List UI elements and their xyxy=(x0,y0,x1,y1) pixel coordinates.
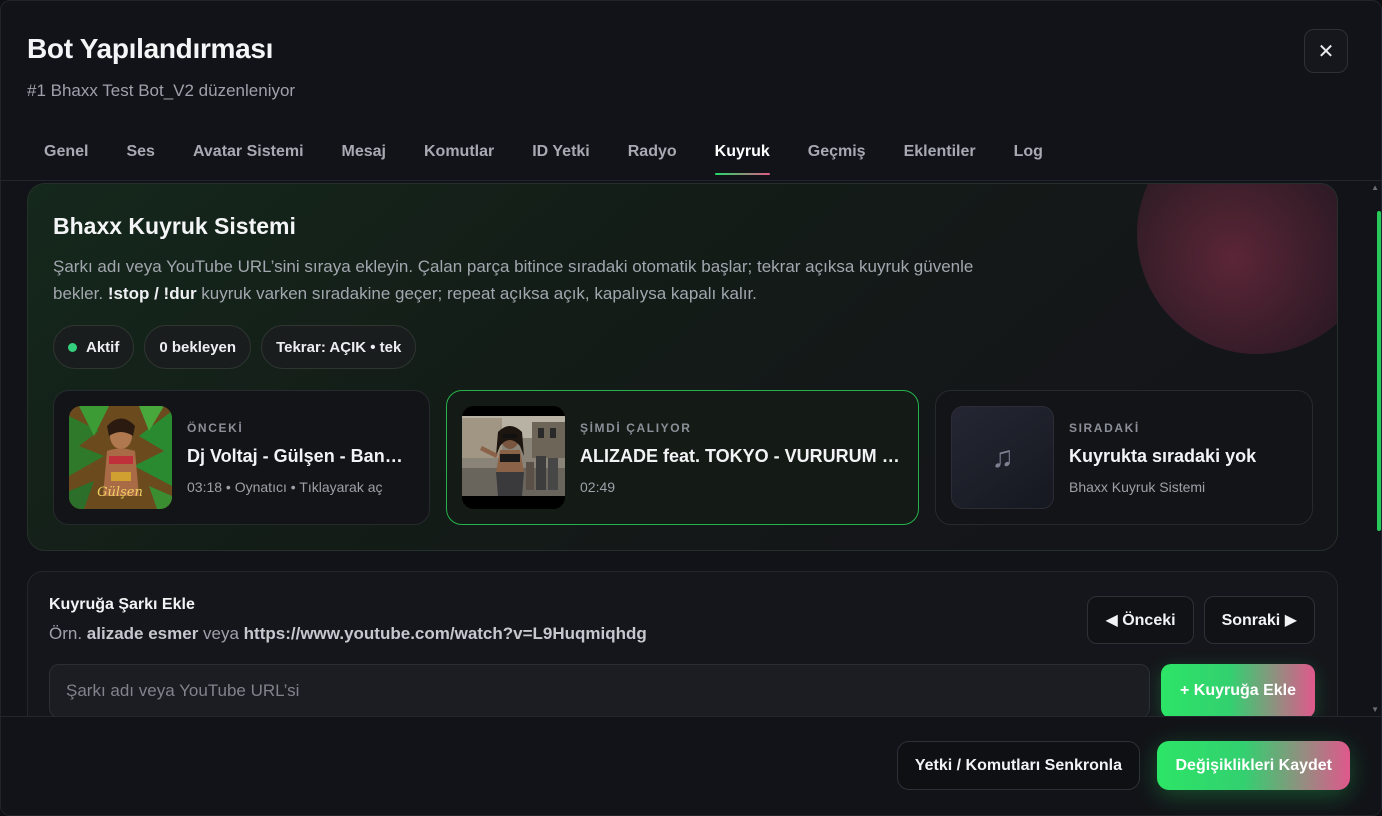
close-icon: ✕ xyxy=(1317,40,1335,63)
current-track-thumbnail xyxy=(462,406,565,509)
sync-permissions-button[interactable]: Yetki / Komutları Senkronla xyxy=(896,741,1140,790)
scrollbar[interactable]: ▲ ▼ xyxy=(1371,181,1381,716)
example-prefix: Örn. xyxy=(49,624,87,643)
current-track-duration: 02:49 xyxy=(580,479,616,495)
status-badge: Aktif xyxy=(53,325,135,369)
tab-content: Bhaxx Kuyruk Sistemi Şarkı adı veya YouT… xyxy=(1,181,1381,716)
description-text-2: kuyruk varken sıradakine geçer; repeat a… xyxy=(196,284,757,303)
description-command: !stop / !dur xyxy=(107,284,197,303)
tab-genel[interactable]: Genel xyxy=(25,133,107,175)
current-track-card[interactable]: ŞİMDİ ÇALIYOR ALIZADE feat. TOKYO - VURU… xyxy=(446,390,919,525)
tab-gecmis[interactable]: Geçmiş xyxy=(789,133,885,175)
scroll-thumb[interactable] xyxy=(1377,211,1381,531)
status-pills: Aktif 0 bekleyen Tekrar: AÇIK • tek xyxy=(53,325,417,369)
scroll-up-icon[interactable]: ▲ xyxy=(1371,183,1379,192)
queue-title: Bhaxx Kuyruk Sistemi xyxy=(53,213,296,239)
tab-bar: Genel Ses Avatar Sistemi Mesaj Komutlar … xyxy=(25,133,1062,175)
previous-track-card[interactable]: Gülşen ÖNCEKİ Dj Voltaj - Gülşen - Bangı… xyxy=(53,390,430,525)
previous-track-title: Dj Voltaj - Gülşen - Bangır Bangır (Remi… xyxy=(187,446,413,466)
current-track-info: ŞİMDİ ÇALIYOR ALIZADE feat. TOKYO - VURU… xyxy=(580,421,902,495)
current-track-title: ALIZADE feat. TOKYO - VURURUM (Official … xyxy=(580,446,902,466)
example-url: https://www.youtube.com/watch?v=L9Huqmiq… xyxy=(243,624,647,643)
track-cards: Gülşen ÖNCEKİ Dj Voltaj - Gülşen - Bangı… xyxy=(53,390,1313,525)
previous-button[interactable]: ◀ Önceki xyxy=(1087,596,1194,644)
next-button[interactable]: Sonraki ▶ xyxy=(1203,596,1315,644)
queue-nav-buttons: ◀ Önceki Sonraki ▶ xyxy=(1087,596,1315,644)
previous-track-meta: 03:18 • Oynatıcı • Tıklayarak aç xyxy=(187,479,383,495)
tab-kuyruk[interactable]: Kuyruk xyxy=(696,133,789,175)
bot-config-modal: Bot Yapılandırması #1 Bhaxx Test Bot_V2 … xyxy=(0,0,1382,816)
tab-mesaj[interactable]: Mesaj xyxy=(323,133,405,175)
video-frame-icon xyxy=(462,406,565,509)
tab-id-yetki[interactable]: ID Yetki xyxy=(513,133,609,175)
close-button[interactable]: ✕ xyxy=(1304,29,1348,73)
add-song-title: Kuyruğa Şarkı Ekle xyxy=(49,596,195,613)
queue-description: Şarkı adı veya YouTube URL’sini sıraya e… xyxy=(53,253,1013,307)
previous-track-info: ÖNCEKİ Dj Voltaj - Gülşen - Bangır Bangı… xyxy=(187,421,413,495)
svg-text:Gülşen: Gülşen xyxy=(97,485,143,500)
page-title: Bot Yapılandırması xyxy=(27,33,274,64)
album-art-icon: Gülşen xyxy=(69,406,172,509)
now-playing-label: ŞİMDİ ÇALIYOR xyxy=(580,421,692,435)
tab-avatar-sistemi[interactable]: Avatar Sistemi xyxy=(174,133,323,175)
status-dot-icon xyxy=(68,342,77,352)
tab-komutlar[interactable]: Komutlar xyxy=(405,133,513,175)
status-label: Aktif xyxy=(86,338,120,356)
previous-label: ÖNCEKİ xyxy=(187,421,244,435)
tab-log[interactable]: Log xyxy=(995,133,1062,175)
add-to-queue-button[interactable]: + Kuyruğa Ekle xyxy=(1161,664,1315,716)
example-query: alizade esmer xyxy=(86,624,199,643)
page-subtitle: #1 Bhaxx Test Bot_V2 düzenleniyor xyxy=(27,81,296,100)
modal-footer: Yetki / Komutları Senkronla Değişiklikle… xyxy=(1,716,1381,815)
add-song-example: Örn. alizade esmer veya https://www.yout… xyxy=(49,624,647,644)
queue-system-card: Bhaxx Kuyruk Sistemi Şarkı adı veya YouT… xyxy=(27,183,1338,551)
decorative-glow xyxy=(1137,184,1337,354)
repeat-badge: Tekrar: AÇIK • tek xyxy=(261,325,417,369)
next-label: SIRADAKİ xyxy=(1069,421,1140,435)
add-song-card: Kuyruğa Şarkı Ekle Örn. alizade esmer ve… xyxy=(27,571,1338,716)
scroll-down-icon[interactable]: ▼ xyxy=(1371,705,1379,714)
music-note-icon: ♫ xyxy=(951,406,1054,509)
save-changes-button[interactable]: Değişiklikleri Kaydet xyxy=(1157,741,1350,790)
waiting-count-badge: 0 bekleyen xyxy=(144,325,252,369)
example-mid: veya xyxy=(198,624,244,643)
next-track-info: SIRADAKİ Kuyrukta sıradaki yok Bhaxx Kuy… xyxy=(1069,421,1296,495)
tab-eklentiler[interactable]: Eklentiler xyxy=(885,133,995,175)
song-search-input[interactable] xyxy=(49,664,1150,716)
next-track-title: Kuyrukta sıradaki yok xyxy=(1069,446,1257,466)
next-track-card[interactable]: ♫ SIRADAKİ Kuyrukta sıradaki yok Bhaxx K… xyxy=(935,390,1313,525)
previous-track-thumbnail: Gülşen xyxy=(69,406,172,509)
tab-radyo[interactable]: Radyo xyxy=(609,133,696,175)
next-track-meta: Bhaxx Kuyruk Sistemi xyxy=(1069,479,1206,495)
tab-ses[interactable]: Ses xyxy=(107,133,173,175)
modal-header: Bot Yapılandırması #1 Bhaxx Test Bot_V2 … xyxy=(27,33,295,101)
